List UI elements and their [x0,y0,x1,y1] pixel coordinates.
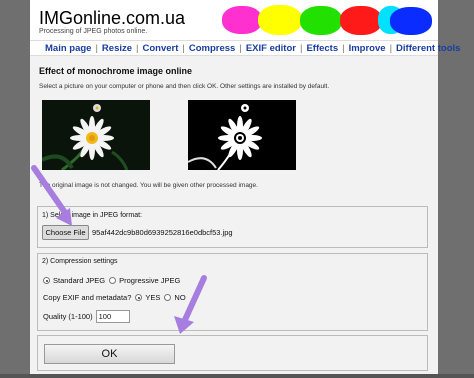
nav-improve[interactable]: Improve [349,43,386,54]
color-blob-green [300,6,342,35]
nav-effects[interactable]: Effects [306,43,338,54]
main-content: Effect of monochrome image online Select… [30,56,438,374]
quality-label: Quality (1-100) [43,312,93,321]
submit-panel: OK [37,335,428,371]
exif-yes-radio[interactable] [135,294,143,301]
example-monochrome-image [188,100,296,170]
annotation-arrow-choose-file [31,165,72,226]
main-nav: Main page | Resize | Convert | Compress | EX… [30,40,460,56]
nav-compress[interactable]: Compress [189,43,235,54]
color-blob-red [340,6,382,35]
annotation-arrow-ok [174,275,207,334]
select-image-panel: 1) Select image in JPEG format: Choose F… [37,206,428,248]
quality-input[interactable]: 100 [95,310,130,323]
page-heading: Effect of monochrome image online [39,66,193,76]
page: IMGonline.com.ua Processing of JPEG phot… [30,0,460,374]
compression-settings-title: 2) Compression settings [42,258,118,265]
bottom-strip [0,374,474,378]
nav-resize[interactable]: Resize [102,43,132,54]
selected-file-name: 95af442dc9b80d6939252816e0dbcf53.jpg [92,228,233,237]
ok-button[interactable]: OK [44,344,175,364]
color-blob-blue [390,7,432,35]
color-blob-magenta [222,6,262,34]
quality-row: Quality (1-100) 100 [43,310,130,323]
site-subtitle: Processing of JPEG photos online. [39,28,148,35]
exif-label: Copy EXIF and metadata? [43,293,132,302]
progressive-jpeg-radio[interactable] [109,277,117,284]
compression-settings-panel: 2) Compression settings Standard JPEG Pr… [37,253,428,331]
exif-row: Copy EXIF and metadata? YES NO [43,293,186,302]
exif-yes-label[interactable]: YES [145,293,160,302]
nav-exif-editor[interactable]: EXIF editor [246,43,296,54]
nav-different-tools[interactable]: Different tools [396,43,460,54]
jpeg-type-row: Standard JPEG Progressive JPEG [43,276,180,285]
example-original-image [42,100,150,170]
nav-convert[interactable]: Convert [143,43,179,54]
nav-main-page[interactable]: Main page [45,43,91,54]
intro-text: Select a picture on your computer or pho… [39,83,330,90]
standard-jpeg-label[interactable]: Standard JPEG [53,276,105,285]
site-logo-title[interactable]: IMGonline.com.ua [39,8,185,29]
standard-jpeg-radio[interactable] [43,277,50,284]
color-blob-yellow [258,5,302,35]
